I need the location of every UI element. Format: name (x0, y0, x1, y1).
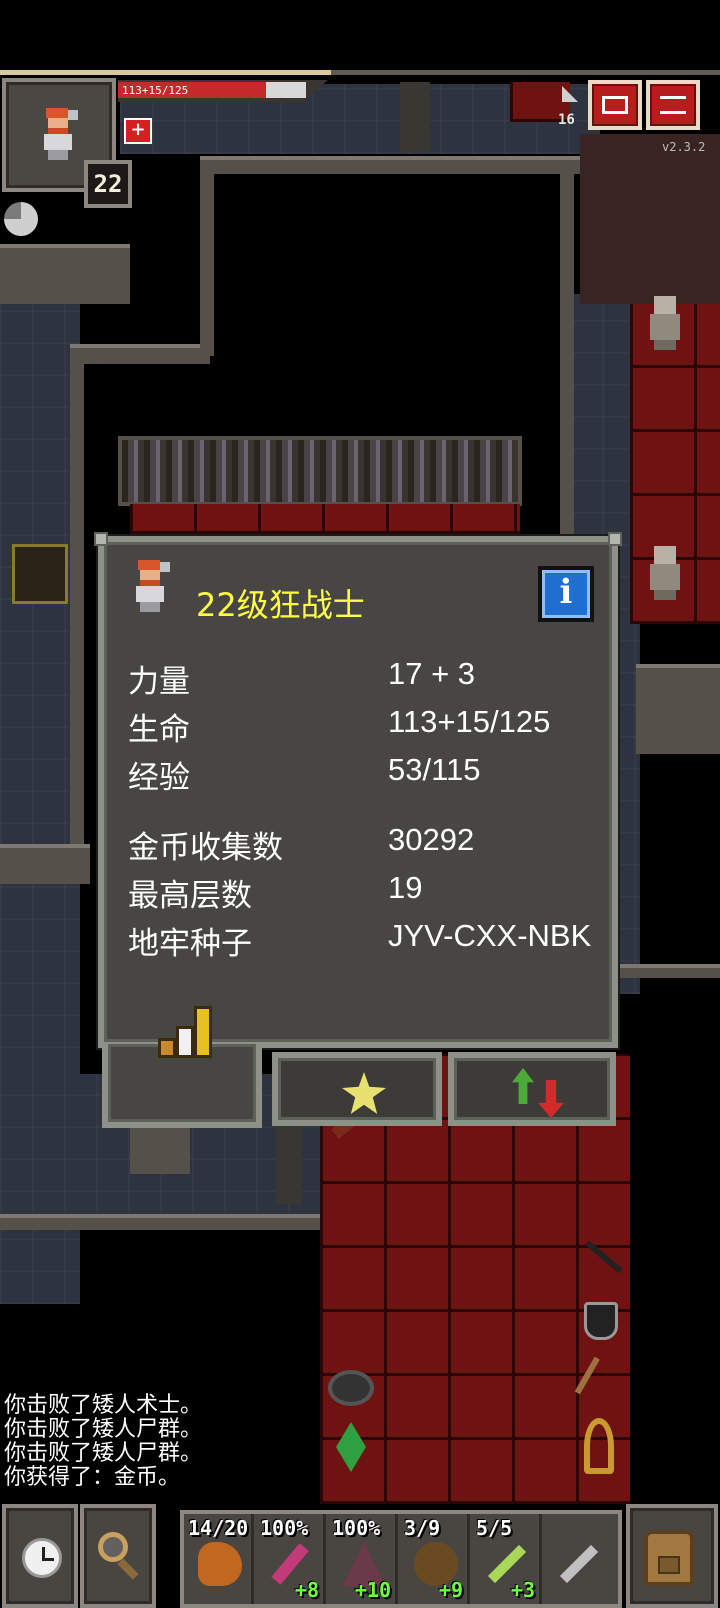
badges-tab[interactable] (272, 1052, 442, 1126)
window-corner (94, 532, 108, 546)
max-depth-value: 19 (388, 870, 423, 905)
quickslot-status: 5/5 (476, 1516, 513, 1540)
quickslot-2[interactable]: 100% +8 (256, 1514, 326, 1604)
gold-collected-label: 金币收集数 (128, 830, 283, 866)
wall (0, 1214, 330, 1230)
hero-class-icon (130, 560, 170, 612)
quickslot-level: +9 (438, 1578, 463, 1602)
hero-level-badge: 22 (84, 160, 132, 208)
log-line: 你击败了矮人尸群。 (4, 1441, 203, 1466)
experience-bar (0, 70, 720, 75)
max-depth-label: 最高层数 (128, 878, 252, 914)
depth-number: 16 (558, 112, 575, 128)
quickslot-6[interactable] (544, 1514, 614, 1604)
health-label: 生命 (128, 712, 190, 748)
dungeon-seed-label: 地牢种子 (128, 926, 252, 962)
info-button[interactable]: i (538, 566, 594, 622)
quickslot-1[interactable]: 14/20 (184, 1514, 254, 1604)
horn-of-plenty-icon (198, 1542, 242, 1586)
depth-indicator[interactable]: 16 (556, 82, 584, 130)
door[interactable] (276, 1124, 302, 1204)
experience-label: 经验 (128, 760, 190, 796)
dwarf-ghoul-enemy[interactable] (640, 294, 688, 350)
dagger-icon (559, 1544, 599, 1584)
health-value: 113+15/125 (388, 704, 551, 739)
wall (200, 156, 214, 356)
stairs-icon (562, 86, 578, 102)
strength-value: 17 + 3 (388, 656, 476, 691)
inventory-button[interactable] (626, 1504, 718, 1608)
star-icon (342, 1072, 386, 1114)
wall (70, 344, 210, 364)
backpack-icon (644, 1530, 694, 1586)
arrow-down-icon (538, 1080, 564, 1118)
hero-avatar (38, 108, 78, 160)
strength-label: 力量 (128, 664, 190, 700)
ankh-item[interactable] (584, 1418, 614, 1474)
game-log: 你击败了矮人术士。 你击败了矮人尸群。 你击败了矮人尸群。 你获得了：金币。 (4, 1394, 202, 1490)
quickslot-status: 100% (332, 1516, 381, 1540)
gold-collected-value: 30292 (388, 822, 475, 857)
experience-value: 53/115 (388, 752, 481, 787)
wall (0, 244, 130, 304)
quickslot-5[interactable]: 5/5 +3 (472, 1514, 542, 1604)
bookshelf (118, 436, 522, 506)
quickslot-level: +8 (294, 1578, 319, 1602)
magnifier-handle (117, 1558, 139, 1580)
potion-item[interactable] (584, 1302, 618, 1340)
stairs[interactable] (130, 1124, 190, 1174)
wall (200, 156, 580, 174)
quickslot-status: 14/20 (188, 1516, 249, 1540)
wall (618, 964, 720, 978)
busy-indicator-icon (4, 202, 38, 236)
door[interactable] (400, 82, 430, 152)
buffs-tab[interactable] (448, 1052, 616, 1126)
search-button[interactable] (80, 1504, 156, 1608)
carpet (130, 504, 520, 534)
menu-button[interactable] (646, 80, 700, 130)
clock-icon (22, 1538, 62, 1578)
health-buff-icon[interactable]: + (124, 118, 152, 144)
quickslot-status: 3/9 (404, 1516, 441, 1540)
quickslot-level: +10 (354, 1578, 391, 1602)
stats-tab[interactable] (102, 1006, 262, 1128)
journal-icon (602, 96, 628, 114)
arrow-up-icon (512, 1068, 534, 1104)
log-line: 你获得了：金币。 (4, 1465, 181, 1490)
hero-title: 22级狂战士 (196, 586, 365, 624)
log-line: 你击败了矮人术士。 (4, 1393, 203, 1418)
quickslot-level: +3 (510, 1578, 535, 1602)
quickslot-3[interactable]: 100% +10 (328, 1514, 398, 1604)
wall (636, 664, 720, 754)
wall (0, 844, 90, 884)
journal-button[interactable] (588, 80, 642, 130)
armor-item[interactable] (328, 1370, 374, 1406)
log-line: 你击败了矮人尸群。 (4, 1417, 203, 1442)
wall (580, 134, 720, 304)
dungeon-seed-value: JYV-CXX-NBK (388, 918, 592, 953)
magnifier-icon (98, 1532, 128, 1562)
health-text: 113+15/125 (122, 84, 189, 97)
experience-fill (0, 70, 331, 75)
version-label: v2.3.2 (662, 140, 706, 154)
door[interactable] (12, 544, 68, 604)
window-corner (608, 532, 622, 546)
quickslot-bar: 14/20 100% +8 100% +10 3/9 +9 5/5 +3 (180, 1510, 622, 1608)
menu-icon (660, 96, 686, 114)
wait-button[interactable] (2, 1504, 78, 1608)
shield-fill (266, 82, 306, 98)
dwarf-ghoul-enemy[interactable] (640, 544, 688, 600)
wall (70, 344, 84, 844)
quickslot-status: 100% (260, 1516, 309, 1540)
quickslot-4[interactable]: 3/9 +9 (400, 1514, 470, 1604)
